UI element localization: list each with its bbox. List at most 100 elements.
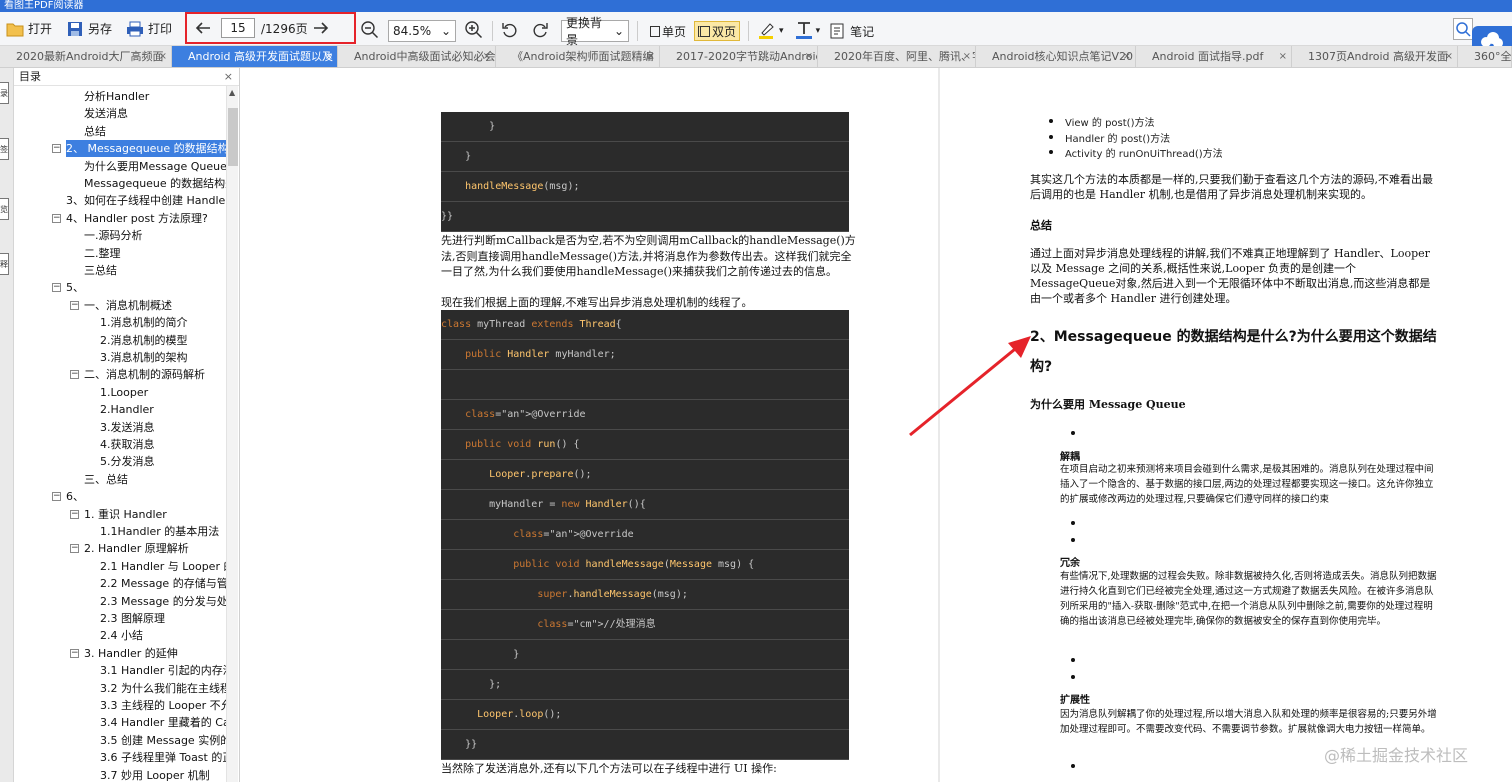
code-line: public void run() { [441,430,849,460]
tab-close-icon[interactable]: × [647,46,655,67]
rotate-left-icon[interactable] [501,21,519,42]
outline-item[interactable]: 一.源码分析 [84,227,143,244]
outline-item[interactable]: 分析Handler [84,88,149,105]
tab-close-icon[interactable]: × [805,46,813,67]
zoom-out-icon[interactable] [360,20,380,43]
notes-button[interactable]: 笔记 [828,18,874,44]
search-input[interactable] [1453,18,1473,40]
outline-item[interactable]: 3.6 子线程里弹 Toast 的正 [100,749,226,766]
zoom-select[interactable]: 84.5% ⌄ [388,20,456,42]
text-color-icon[interactable] [794,20,814,43]
outline-item[interactable]: 2.消息机制的模型 [100,332,188,349]
document-tabs: 2020最新Android大厂高频面 × Android 高级开发面试题以及 × And… [0,46,1512,68]
outline-item[interactable]: 4、Handler post 方法原理? [66,210,208,227]
collapse-toggle[interactable]: − [52,213,61,223]
sidebar-scrollbar[interactable]: ▲ [226,86,238,782]
outline-item[interactable]: 4.获取消息 [100,436,155,453]
tab-close-icon[interactable]: × [963,46,971,67]
background-select[interactable]: 更换背景 ⌄ [561,16,629,47]
document-tab[interactable]: 2017-2020字节跳动Android × [660,46,818,67]
tab-close-icon[interactable]: × [1123,46,1131,67]
saveas-button[interactable]: 另存 [62,16,116,42]
paragraph: 当然除了发送消息外,还有以下几个方法可以在子线程中进行 UI 操作: [441,762,777,775]
prev-page-icon[interactable] [194,19,212,40]
collapse-toggle[interactable]: − [70,648,79,658]
tab-close-icon[interactable]: × [1445,46,1453,67]
outline-item[interactable]: 3.4 Handler 里藏着的 Call [100,714,226,731]
collapse-toggle[interactable]: − [70,509,79,519]
collapse-toggle[interactable]: − [70,370,79,380]
tab-close-icon[interactable]: × [483,46,491,67]
bullet-dot [1071,675,1075,679]
outline-item[interactable]: 3、如何在子线程中创建 Handler? [66,192,226,209]
outline-item[interactable]: 2.Handler [100,401,154,418]
outline-item[interactable]: 3.3 主线程的 Looper 不允 [100,697,226,714]
single-page-button[interactable]: 单页 [646,21,690,41]
zoom-in-icon[interactable] [464,20,484,43]
contents-panel-icon[interactable]: 录 [0,82,9,104]
print-button[interactable]: 打印 [122,16,176,42]
outline-item[interactable]: 发送消息 [84,105,128,122]
outline-item[interactable]: 3.1 Handler 引起的内存泄 [100,662,226,679]
tab-close-icon[interactable]: × [159,46,167,67]
scroll-up-icon[interactable]: ▲ [229,88,235,97]
document-tab[interactable]: Android核心知识点笔记V20 × [976,46,1136,67]
outline-item[interactable]: 三总结 [84,262,117,279]
outline-item[interactable]: 一、消息机制概述 [84,297,172,314]
collapse-toggle[interactable]: − [70,544,79,554]
bookmark-panel-icon[interactable]: 签 [0,138,9,160]
outline-item[interactable]: 1.Looper [100,384,148,401]
document-tab[interactable]: 2020年百度、阿里、腾讯、字 × [818,46,976,67]
outline-item[interactable]: 2.3 Message 的分发与处理 [100,593,226,610]
outline-item[interactable]: 为什么要用Message Queue [84,158,226,175]
outline-item[interactable]: 3.消息机制的架构 [100,349,188,366]
rotate-right-icon[interactable] [531,21,549,42]
collapse-toggle[interactable]: − [52,283,61,293]
page-number-input[interactable]: 15 [221,18,255,38]
outline-item[interactable]: 二.整理 [84,245,121,262]
document-tab[interactable]: 360°全 [1458,46,1512,67]
scrollbar-thumb[interactable] [228,108,238,166]
outline-item[interactable]: 3.2 为什么我们能在主线程 [100,680,226,697]
outline-item[interactable]: 2.4 小结 [100,627,143,644]
document-tab[interactable]: 《Android架构师面试题精编 × [496,46,660,67]
next-page-icon[interactable] [312,19,330,40]
tab-close-icon[interactable]: × [1279,46,1287,67]
outline-item[interactable]: 5.分发消息 [100,453,155,470]
double-page-button[interactable]: 双页 [694,21,741,41]
document-tab[interactable]: Android 面试指导.pdf × [1136,46,1292,67]
outline-item[interactable]: 1. 重识 Handler [84,506,167,523]
collapse-toggle[interactable]: − [52,492,61,502]
outline-item[interactable]: 1.消息机制的简介 [100,314,188,331]
open-button[interactable]: 打开 [2,16,56,42]
annotation-panel-icon[interactable]: 释 [0,253,9,275]
outline-item[interactable]: 2.3 图解原理 [100,610,165,627]
outline-item[interactable]: 总结 [84,123,106,140]
chevron-down-icon[interactable]: ▾ [816,26,821,36]
outline-item[interactable]: 5、 [66,279,84,296]
outline-item[interactable]: 3.5 创建 Message 实例的 [100,732,226,749]
outline-item[interactable]: 2.1 Handler 与 Looper 的 [100,558,226,575]
outline-item[interactable]: 2、 Messagequeue 的数据结构是 [66,140,226,158]
outline-item[interactable]: Messagequeue 的数据结构是 [84,175,226,192]
outline-item[interactable]: 3. Handler 的延伸 [84,645,178,662]
collapse-toggle[interactable]: − [52,144,61,154]
thumbnail-panel-icon[interactable]: 览 [0,198,9,220]
outline-item[interactable]: 二、消息机制的源码解析 [84,366,205,383]
outline-item[interactable]: 2.2 Message 的存储与管理 [100,575,226,592]
document-tab[interactable]: Android 高级开发面试题以及 × [172,46,338,67]
outline-item[interactable]: 6、 [66,488,84,505]
outline-item[interactable]: 3.发送消息 [100,419,155,436]
close-icon[interactable]: × [224,68,233,85]
chevron-down-icon[interactable]: ▾ [779,26,784,36]
collapse-toggle[interactable]: − [70,300,79,310]
outline-item[interactable]: 三、总结 [84,471,128,488]
document-tab[interactable]: 1307页Android 高级开发面 × [1292,46,1458,67]
tab-close-icon[interactable]: × [325,46,333,67]
outline-item[interactable]: 3.7 妙用 Looper 机制 [100,767,210,782]
document-tab[interactable]: 2020最新Android大厂高频面 × [0,46,172,67]
document-tab[interactable]: Android中高级面试必知必会 × [338,46,496,67]
outline-item[interactable]: 2. Handler 原理解析 [84,540,189,557]
outline-item[interactable]: 1.1Handler 的基本用法 [100,523,219,540]
highlighter-icon[interactable] [757,20,777,43]
